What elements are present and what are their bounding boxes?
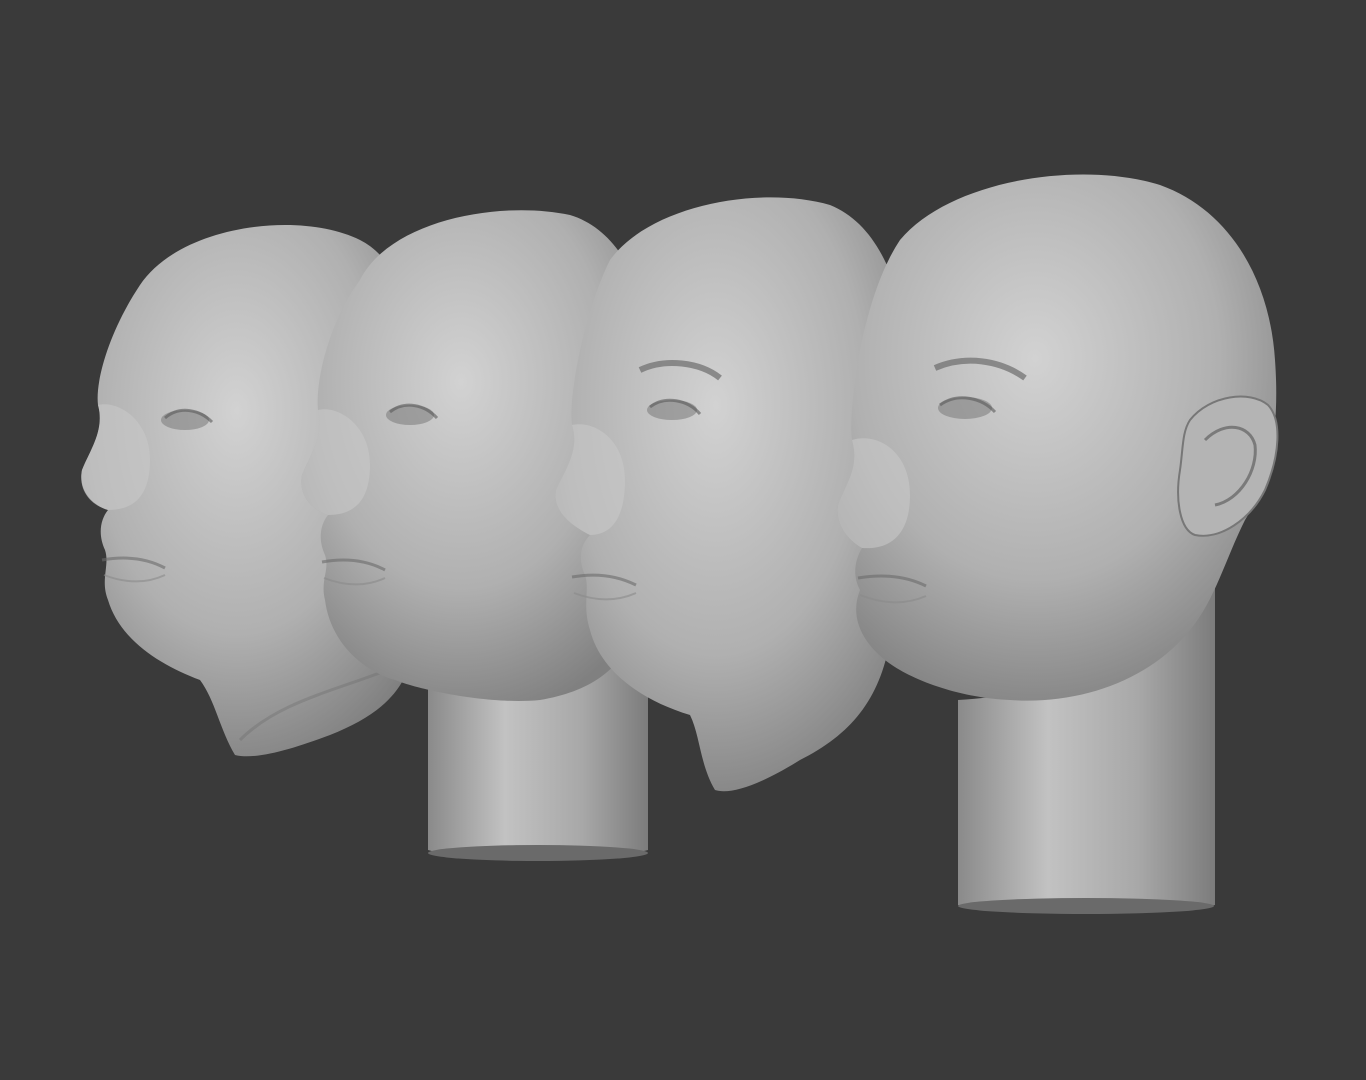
heads-render: [81, 174, 1279, 914]
head-model-4: [837, 174, 1279, 914]
sculpt-viewport: [0, 0, 1366, 1080]
